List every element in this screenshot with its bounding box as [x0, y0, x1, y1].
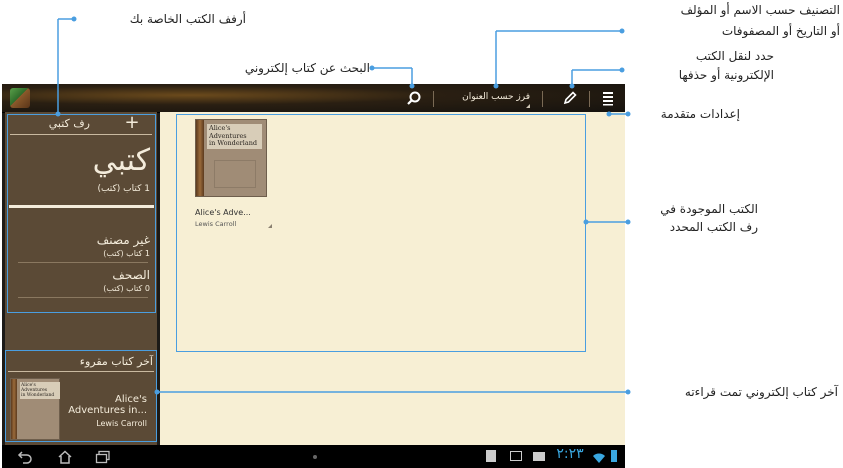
last-read-cover[interactable]: Alice's Adventures in Wonderland: [10, 378, 60, 440]
home-icon[interactable]: [57, 449, 73, 464]
wifi-icon: [592, 449, 606, 463]
my-books-title[interactable]: كتبي: [10, 143, 150, 178]
recent-apps-icon[interactable]: [95, 449, 111, 464]
sort-dropdown-indicator: [526, 104, 530, 108]
book-spine: [196, 120, 204, 196]
book-spine: [11, 379, 17, 439]
shelf-item-newspapers[interactable]: الصحف: [10, 268, 150, 282]
shelf-item-uncategorized[interactable]: غير مصنف: [10, 233, 150, 247]
callout-shelves: أرفف الكتب الخاصة بك: [129, 12, 246, 26]
image-notification-icon: [510, 451, 522, 461]
app-logo-icon[interactable]: [10, 88, 30, 108]
title-line: Adventures in...: [68, 405, 147, 416]
bar-divider: [589, 91, 590, 107]
title-line: Alice's: [114, 394, 147, 405]
selected-shelf-indicator: [9, 205, 154, 208]
sort-button[interactable]: فرز حسب العنوان: [420, 92, 530, 108]
shelf-item-count: 1 كتاب (كتب): [103, 249, 150, 258]
callout-books-line2: رف الكتب المحدد: [669, 220, 758, 234]
callout-move-line1: حدد لنقل الكتب: [695, 49, 774, 63]
book-author: Lewis Carroll: [195, 220, 237, 228]
back-icon[interactable]: [17, 449, 33, 464]
callout-books-line1: الكتب الموجودة في: [660, 202, 758, 216]
book-menu-indicator[interactable]: [268, 224, 272, 228]
divider: [10, 134, 152, 135]
shelf-item-count: 0 كتاب (كتب): [103, 284, 150, 293]
page-dot-icon: [313, 455, 317, 459]
callout-search: البحث عن كتاب إلكتروني: [244, 61, 370, 75]
divider: [18, 262, 148, 263]
document-notification-icon: [486, 450, 496, 462]
callout-advanced: إعدادات متقدمة: [660, 107, 740, 121]
action-bar: [2, 84, 625, 113]
callout-sort-line2: أو التاريخ أو المصفوفات: [721, 24, 840, 38]
divider: [18, 297, 148, 298]
callout-last-read: آخر كتاب إلكتروني تمت قراءته: [684, 385, 838, 399]
callout-sort-line1: التصنيف حسب الاسم أو المؤلف: [680, 3, 840, 17]
cover-title: Alice's Adventures in Wonderland: [207, 124, 262, 149]
search-icon[interactable]: [406, 90, 422, 106]
menu-icon[interactable]: [602, 90, 616, 106]
last-read-header: آخر كتاب مقروء: [79, 355, 153, 368]
bar-divider: [542, 91, 543, 107]
last-read-author: Lewis Carroll: [96, 419, 147, 428]
clock: ٢:٢٣: [556, 446, 584, 462]
cover-title: Alice's Adventures in Wonderland: [20, 382, 60, 399]
email-notification-icon: [533, 452, 545, 461]
book-title[interactable]: Alice's Adve...: [195, 208, 275, 217]
cover-line: in Wonderland: [21, 393, 55, 398]
callout-move-line2: الإلكترونية أو حذفها: [678, 68, 774, 82]
pencil-icon[interactable]: [562, 90, 578, 106]
book-cover[interactable]: Alice's Adventures in Wonderland: [195, 119, 267, 197]
cover-line: in Wonderland: [209, 139, 258, 147]
bar-divider: [433, 91, 434, 107]
last-read-title[interactable]: Alice's Adventures in...: [62, 394, 147, 416]
battery-icon: [611, 450, 617, 462]
my-books-count: 1 كتاب (كتب): [97, 184, 150, 194]
add-shelf-button[interactable]: +: [124, 112, 140, 133]
cover-illustration: [214, 160, 256, 188]
divider: [8, 371, 154, 372]
